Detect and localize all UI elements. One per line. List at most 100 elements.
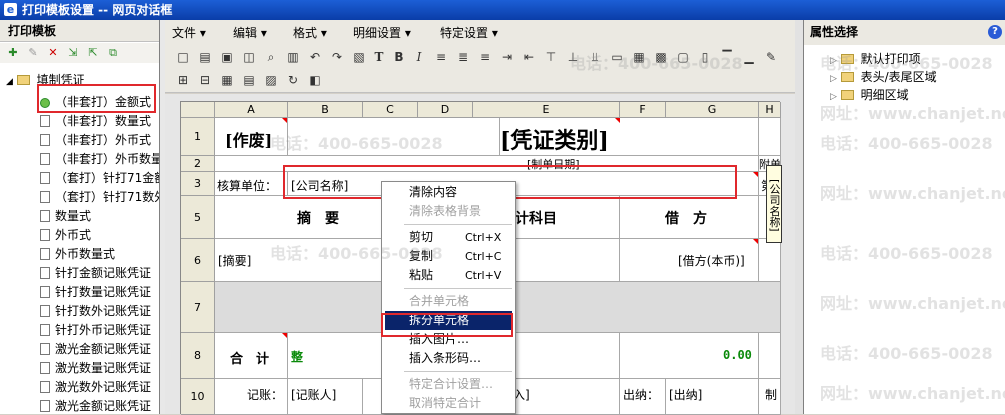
layout-icon[interactable]: ◧ [307, 72, 323, 88]
grid-icon[interactable]: ▦ [219, 72, 235, 88]
new-template-icon[interactable]: ✚ [6, 46, 20, 60]
cell-debit[interactable]: [借方(本币)] [620, 239, 759, 282]
row-header-6[interactable]: 6 [181, 239, 215, 282]
cell-cashier[interactable]: [出纳] [666, 379, 759, 415]
table-icon[interactable]: ▤ [241, 72, 257, 88]
insert-col-icon[interactable]: ⊟ [197, 72, 213, 88]
cell-f1[interactable] [620, 118, 759, 156]
template-item[interactable]: （非套打）外币数量 [40, 150, 159, 168]
template-item[interactable]: （非套打）外币式 [40, 131, 151, 149]
menu-detail-settings[interactable]: 明细设置 ▾ [353, 20, 411, 45]
corner-header[interactable] [181, 102, 215, 118]
context-menu-item[interactable]: 剪切 Ctrl+X [385, 228, 512, 247]
template-item[interactable]: 针打数量记账凭证 [40, 283, 151, 301]
row-header-2[interactable]: 2 [181, 156, 215, 172]
insert-row-icon[interactable]: ⊞ [175, 72, 191, 88]
context-menu-item[interactable]: 插入条形码… [385, 349, 512, 368]
cell-a1[interactable]: [作废] [215, 118, 288, 156]
menu-special-settings[interactable]: 特定设置 ▾ [440, 20, 498, 45]
align-center-icon[interactable]: ≣ [455, 49, 471, 65]
col-header-a[interactable]: A [215, 102, 288, 118]
cell-title[interactable]: [凭证类别] [500, 118, 620, 156]
col-header-h[interactable]: H [759, 102, 781, 118]
col-header-b[interactable]: B [288, 102, 363, 118]
border-inner-icon[interactable]: ▩ [653, 49, 669, 65]
context-menu-item[interactable]: 清除内容 [385, 183, 512, 202]
align-left-icon[interactable]: ≡ [433, 49, 449, 65]
template-item[interactable]: 激光数外记账凭证 [40, 378, 151, 396]
menu-format[interactable]: 格式 ▾ [293, 20, 327, 45]
cell-total-label[interactable]: 合 计 [215, 333, 288, 379]
redo-icon[interactable]: ↷ [329, 49, 345, 65]
border-top-icon[interactable]: ▔ [719, 49, 735, 65]
edit-template-icon[interactable]: ✎ [26, 46, 40, 60]
help-icon[interactable]: ? [988, 25, 1002, 39]
valign-middle-icon[interactable]: ⊥ [565, 49, 581, 65]
menu-file[interactable]: 文件 ▾ [172, 20, 206, 45]
import-template-icon[interactable]: ⇲ [66, 46, 80, 60]
row-header-1[interactable]: 1 [181, 118, 215, 156]
indent-left-icon[interactable]: ⇥ [499, 49, 515, 65]
template-item[interactable]: （非套打）数量式 [40, 112, 151, 130]
context-menu-item[interactable]: 取消特定合计 [385, 394, 512, 413]
cell-total-amount[interactable]: 0.00 [620, 333, 759, 379]
prop-header-footer[interactable]: ▷ 表头/表尾区域 [830, 68, 937, 86]
prop-detail-area[interactable]: ▷ 明细区域 [830, 86, 909, 104]
properties-icon[interactable]: ▧ [351, 49, 367, 65]
border-outer-icon[interactable]: ▢ [675, 49, 691, 65]
picture-icon[interactable]: ▨ [263, 72, 279, 88]
border-all-icon[interactable]: ▦ [631, 49, 647, 65]
zoom-icon[interactable]: ⌕ [263, 49, 279, 65]
template-item[interactable]: （套打）针打71金额 [40, 169, 159, 187]
open-icon[interactable]: ▤ [197, 49, 213, 65]
col-header-c[interactable]: C [363, 102, 418, 118]
menu-edit[interactable]: 编辑 ▾ [233, 20, 267, 45]
prop-default-print[interactable]: ▷ 默认打印项 [830, 50, 921, 68]
text-icon[interactable]: T [371, 49, 387, 65]
row-header-10[interactable]: 10 [181, 379, 215, 415]
col-header-e[interactable]: E [473, 102, 620, 118]
border-bottom-icon[interactable]: ▁ [741, 49, 757, 65]
template-item[interactable]: 针打数外记账凭证 [40, 302, 151, 320]
template-item[interactable]: （套打）针打71数外 [40, 188, 159, 206]
context-menu-item[interactable]: 特定合计设置… [385, 375, 512, 394]
align-right-icon[interactable]: ≡ [477, 49, 493, 65]
template-item[interactable]: 数量式 [40, 207, 91, 225]
cell-unit-label[interactable]: 核算单位： [215, 172, 288, 196]
context-menu-item[interactable]: 清除表格背景 [385, 202, 512, 221]
cell-h1[interactable] [759, 118, 781, 156]
row-header-5[interactable]: 5 [181, 196, 215, 239]
valign-bottom-icon[interactable]: ⫫ [587, 49, 603, 65]
col-header-f[interactable]: F [620, 102, 666, 118]
template-item[interactable]: 外币数量式 [40, 245, 115, 263]
undo-icon[interactable]: ↶ [307, 49, 323, 65]
bold-icon[interactable]: B [391, 49, 407, 65]
format-brush-icon[interactable]: ✎ [763, 49, 779, 65]
col-header-g[interactable]: G [666, 102, 759, 118]
border-left-icon[interactable]: ▯ [697, 49, 713, 65]
delete-template-icon[interactable]: ✕ [46, 46, 60, 60]
cell-h6[interactable] [759, 239, 781, 282]
border-none-icon[interactable]: ▭ [609, 49, 625, 65]
cell-debit-header[interactable]: 借 方 [620, 196, 759, 239]
row-header-3[interactable]: 3 [181, 172, 215, 196]
col-header-d[interactable]: D [418, 102, 473, 118]
cell-cashier-label[interactable]: 出纳： [620, 379, 666, 415]
cell-bookkeeper-label[interactable]: 记账： [215, 379, 288, 415]
template-item[interactable]: 激光金额记账凭证 [40, 340, 151, 358]
valign-top-icon[interactable]: ⊤ [543, 49, 559, 65]
right-splitter[interactable] [795, 20, 803, 414]
context-menu-item[interactable]: 复制 Ctrl+C [385, 247, 512, 266]
context-menu-item[interactable]: 合并单元格 [385, 292, 512, 311]
page-setup-icon[interactable]: ▥ [285, 49, 301, 65]
cell-bookkeeper[interactable]: [记账人] [288, 379, 363, 415]
refresh-icon[interactable]: ↻ [285, 72, 301, 88]
template-item[interactable]: 针打外币记账凭证 [40, 321, 151, 339]
cell-h8[interactable] [759, 333, 781, 379]
row-header-7[interactable]: 7 [181, 282, 215, 333]
indent-right-icon[interactable]: ⇤ [521, 49, 537, 65]
cell-h10[interactable]: 制 [759, 379, 781, 415]
save-icon[interactable]: ▣ [219, 49, 235, 65]
cell-b1[interactable] [288, 118, 500, 156]
context-menu-item[interactable]: 粘贴 Ctrl+V [385, 266, 512, 285]
